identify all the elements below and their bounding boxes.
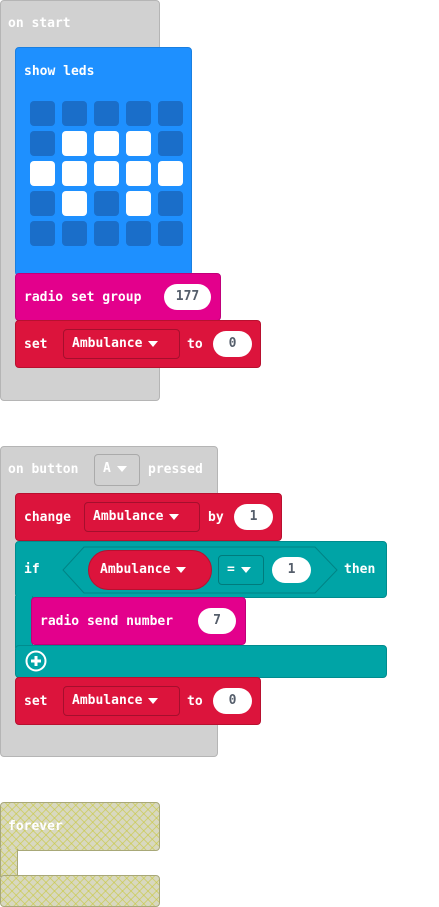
show-leds-label: show leds	[24, 64, 95, 79]
radio-send-value-field[interactable]: 7	[198, 608, 236, 634]
radio-set-group-label: radio set group	[24, 290, 142, 305]
compare-value-field[interactable]: 1	[272, 557, 311, 583]
chevron-down-icon	[116, 465, 127, 472]
led-0-0[interactable]	[30, 101, 55, 126]
button-dropdown[interactable]: A	[94, 454, 140, 486]
led-3-0[interactable]	[30, 191, 55, 216]
then-label: then	[344, 562, 376, 577]
chevron-down-icon	[148, 697, 159, 704]
to-label-2: to	[187, 694, 203, 709]
variable-name: Ambulance	[72, 336, 143, 351]
led-1-0[interactable]	[30, 131, 55, 156]
set-value-field-2[interactable]: 0	[213, 688, 252, 714]
led-3-2[interactable]	[94, 191, 119, 216]
radio-send-number-label: radio send number	[40, 614, 174, 629]
led-grid	[30, 101, 186, 249]
led-0-2[interactable]	[94, 101, 119, 126]
led-2-1[interactable]	[62, 161, 87, 186]
led-4-2[interactable]	[94, 221, 119, 246]
led-0-3[interactable]	[126, 101, 151, 126]
change-label: change	[24, 510, 71, 525]
led-2-0[interactable]	[30, 161, 55, 186]
change-variable-name: Ambulance	[93, 509, 164, 524]
change-value-field[interactable]: 1	[234, 504, 273, 530]
variable-dropdown[interactable]: Ambulance	[63, 329, 180, 359]
if-label: if	[24, 562, 40, 577]
variable-dropdown-2[interactable]: Ambulance	[63, 686, 180, 716]
led-3-4[interactable]	[158, 191, 183, 216]
led-2-2[interactable]	[94, 161, 119, 186]
forever-label: forever	[8, 819, 63, 834]
led-1-3[interactable]	[126, 131, 151, 156]
led-4-3[interactable]	[126, 221, 151, 246]
button-name: A	[103, 461, 111, 476]
forever-block-spine	[0, 849, 18, 877]
operator-dropdown[interactable]: =	[218, 555, 264, 585]
led-3-1[interactable]	[62, 191, 87, 216]
pressed-label: pressed	[148, 462, 203, 477]
set-value-field[interactable]: 0	[213, 331, 252, 357]
add-else-icon[interactable]	[25, 650, 47, 672]
change-variable-dropdown[interactable]: Ambulance	[84, 502, 200, 532]
set-label: set	[24, 337, 48, 352]
led-3-3[interactable]	[126, 191, 151, 216]
chevron-down-icon	[176, 566, 187, 573]
variable-name-2: Ambulance	[72, 693, 143, 708]
led-4-4[interactable]	[158, 221, 183, 246]
led-0-4[interactable]	[158, 101, 183, 126]
chevron-down-icon	[169, 513, 180, 520]
led-0-1[interactable]	[62, 101, 87, 126]
led-2-3[interactable]	[126, 161, 151, 186]
led-1-4[interactable]	[158, 131, 183, 156]
chevron-down-icon	[240, 566, 251, 573]
to-label: to	[187, 337, 203, 352]
led-1-1[interactable]	[62, 131, 87, 156]
on-start-label: on start	[8, 16, 71, 31]
led-1-2[interactable]	[94, 131, 119, 156]
if-block-footer	[15, 645, 387, 678]
set-label-2: set	[24, 694, 48, 709]
forever-block-footer	[0, 875, 160, 907]
by-label: by	[208, 510, 224, 525]
led-2-4[interactable]	[158, 161, 183, 186]
led-4-1[interactable]	[62, 221, 87, 246]
chevron-down-icon	[148, 340, 159, 347]
operator-value: =	[227, 562, 235, 577]
radio-group-value-field[interactable]: 177	[164, 284, 211, 310]
led-4-0[interactable]	[30, 221, 55, 246]
on-button-label: on button	[8, 462, 79, 477]
if-variable-name: Ambulance	[100, 562, 187, 578]
